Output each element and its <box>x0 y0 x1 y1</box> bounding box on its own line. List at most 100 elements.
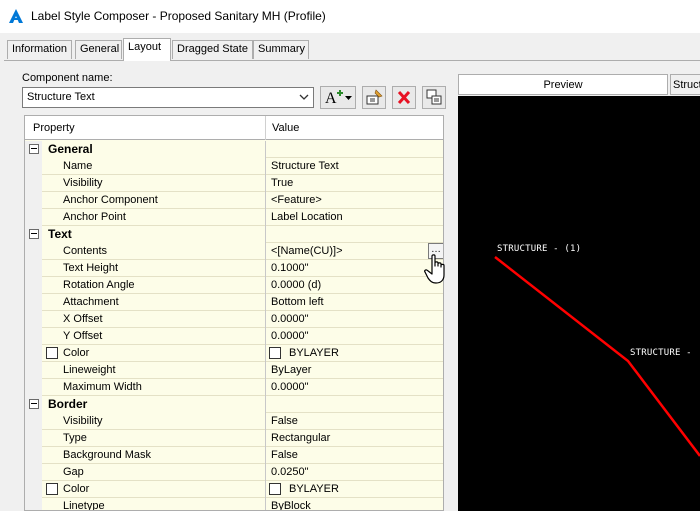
property-column-header[interactable]: Property <box>33 122 75 134</box>
property-row[interactable]: Visibility False <box>25 413 443 430</box>
property-value-cell[interactable]: ByBlock <box>265 498 443 510</box>
property-name-cell[interactable]: Attachment <box>42 294 265 311</box>
property-value: Rectangular <box>271 432 331 444</box>
property-name-cell[interactable]: General <box>42 141 265 158</box>
row-gutter <box>25 447 42 464</box>
property-value-cell[interactable]: 0.0000" <box>265 328 443 345</box>
property-value-cell[interactable]: 0.1000" <box>265 260 443 277</box>
value-column-header[interactable]: Value <box>272 122 299 134</box>
property-value-cell[interactable]: BYLAYER <box>265 345 443 362</box>
row-gutter <box>25 379 42 396</box>
property-value-cell[interactable]: False <box>265 447 443 464</box>
preview-canvas[interactable]: STRUCTURE - (1) STRUCTURE - <box>458 96 700 511</box>
property-row[interactable]: Gap 0.0250" <box>25 464 443 481</box>
property-name-cell[interactable]: Anchor Component <box>42 192 265 209</box>
property-value: 0.0000" <box>271 330 309 342</box>
property-category-row[interactable]: Border <box>25 396 443 413</box>
property-name-cell[interactable]: Gap <box>42 464 265 481</box>
property-name-cell[interactable]: Color <box>42 481 265 498</box>
property-value-cell[interactable]: 0.0000 (d) <box>265 277 443 294</box>
property-value-cell[interactable]: Label Location <box>265 209 443 226</box>
property-name-cell[interactable]: Visibility <box>42 175 265 192</box>
property-grid: Property Value General Name Structure Text… <box>24 115 444 511</box>
property-value: BYLAYER <box>289 483 339 495</box>
property-value-cell[interactable]: 0.0250" <box>265 464 443 481</box>
property-name-cell[interactable]: Background Mask <box>42 447 265 464</box>
property-name-cell[interactable]: Type <box>42 430 265 447</box>
tab-dragged-state[interactable]: Dragged State <box>172 40 253 59</box>
property-row[interactable]: Maximum Width 0.0000" <box>25 379 443 396</box>
property-value-cell[interactable]: 0.0000" <box>265 379 443 396</box>
property-value: 0.0000" <box>271 313 309 325</box>
edit-component-button[interactable] <box>362 86 386 109</box>
delete-component-button[interactable] <box>392 86 416 109</box>
property-value-cell[interactable]: Rectangular <box>265 430 443 447</box>
property-row[interactable]: Type Rectangular <box>25 430 443 447</box>
property-row[interactable]: Color BYLAYER <box>25 481 443 498</box>
property-name-cell[interactable]: Rotation Angle <box>42 277 265 294</box>
property-name-cell[interactable]: Text <box>42 226 265 243</box>
property-row[interactable]: Contents <[Name(CU)]>… <box>25 243 443 260</box>
property-row[interactable]: Linetype ByBlock <box>25 498 443 510</box>
tab-general[interactable]: General <box>75 40 122 59</box>
tab-layout[interactable]: Layout <box>123 38 171 61</box>
column-divider[interactable] <box>265 116 266 140</box>
property-name: Border <box>48 397 88 411</box>
property-value-cell[interactable]: BYLAYER <box>265 481 443 498</box>
property-row[interactable]: Background Mask False <box>25 447 443 464</box>
tab-preview[interactable]: Preview <box>458 74 668 95</box>
row-gutter <box>25 226 42 243</box>
property-value-cell[interactable]: False <box>265 413 443 430</box>
property-row[interactable]: Y Offset 0.0000" <box>25 328 443 345</box>
property-checkbox[interactable] <box>46 483 58 495</box>
property-name-cell[interactable]: Linetype <box>42 498 265 510</box>
tab-structure[interactable]: Struct <box>670 74 700 95</box>
autocad-app-icon <box>9 9 23 23</box>
property-name-cell[interactable]: Y Offset <box>42 328 265 345</box>
property-name-cell[interactable]: Border <box>42 396 265 413</box>
collapse-icon[interactable] <box>29 229 39 239</box>
property-name-cell[interactable]: Lineweight <box>42 362 265 379</box>
property-row[interactable]: Text Height 0.1000" <box>25 260 443 277</box>
property-name-cell[interactable]: Color <box>42 345 265 362</box>
tab-information[interactable]: Information <box>7 40 72 59</box>
property-name-cell[interactable]: X Offset <box>42 311 265 328</box>
property-name-cell[interactable]: Anchor Point <box>42 209 265 226</box>
property-name: Contents <box>63 245 108 257</box>
property-row[interactable]: Rotation Angle 0.0000 (d) <box>25 277 443 294</box>
collapse-icon[interactable] <box>29 399 39 409</box>
property-name-cell[interactable]: Maximum Width <box>42 379 265 396</box>
property-value-cell[interactable]: Structure Text <box>265 158 443 175</box>
property-row[interactable]: Color BYLAYER <box>25 345 443 362</box>
property-row[interactable]: Visibility True <box>25 175 443 192</box>
property-value-cell[interactable]: <Feature> <box>265 192 443 209</box>
property-value-cell[interactable]: Bottom left <box>265 294 443 311</box>
property-row[interactable]: Attachment Bottom left <box>25 294 443 311</box>
tab-summary[interactable]: Summary <box>253 40 309 59</box>
property-row[interactable]: Anchor Component <Feature> <box>25 192 443 209</box>
property-value-cell[interactable]: ByLayer <box>265 362 443 379</box>
property-name-cell[interactable]: Contents <box>42 243 265 260</box>
collapse-icon[interactable] <box>29 144 39 154</box>
property-value: False <box>271 415 298 427</box>
property-value-cell[interactable]: <[Name(CU)]>… <box>265 243 443 260</box>
property-row[interactable]: Name Structure Text <box>25 158 443 175</box>
property-name-cell[interactable]: Text Height <box>42 260 265 277</box>
property-row[interactable]: Anchor Point Label Location <box>25 209 443 226</box>
property-category-row[interactable]: General <box>25 141 443 158</box>
property-checkbox[interactable] <box>46 347 58 359</box>
property-value-cell <box>265 226 443 243</box>
add-component-button[interactable]: A <box>320 86 356 109</box>
copy-component-button[interactable] <box>422 86 446 109</box>
property-value: False <box>271 449 298 461</box>
property-row[interactable]: X Offset 0.0000" <box>25 311 443 328</box>
property-row[interactable]: Lineweight ByLayer <box>25 362 443 379</box>
property-name-cell[interactable]: Name <box>42 158 265 175</box>
property-name-cell[interactable]: Visibility <box>42 413 265 430</box>
property-value: True <box>271 177 294 189</box>
property-value-cell[interactable]: True <box>265 175 443 192</box>
edit-component-icon <box>366 89 383 105</box>
property-value-cell[interactable]: 0.0000" <box>265 311 443 328</box>
property-category-row[interactable]: Text <box>25 226 443 243</box>
component-name-select[interactable]: Structure Text <box>22 87 314 108</box>
